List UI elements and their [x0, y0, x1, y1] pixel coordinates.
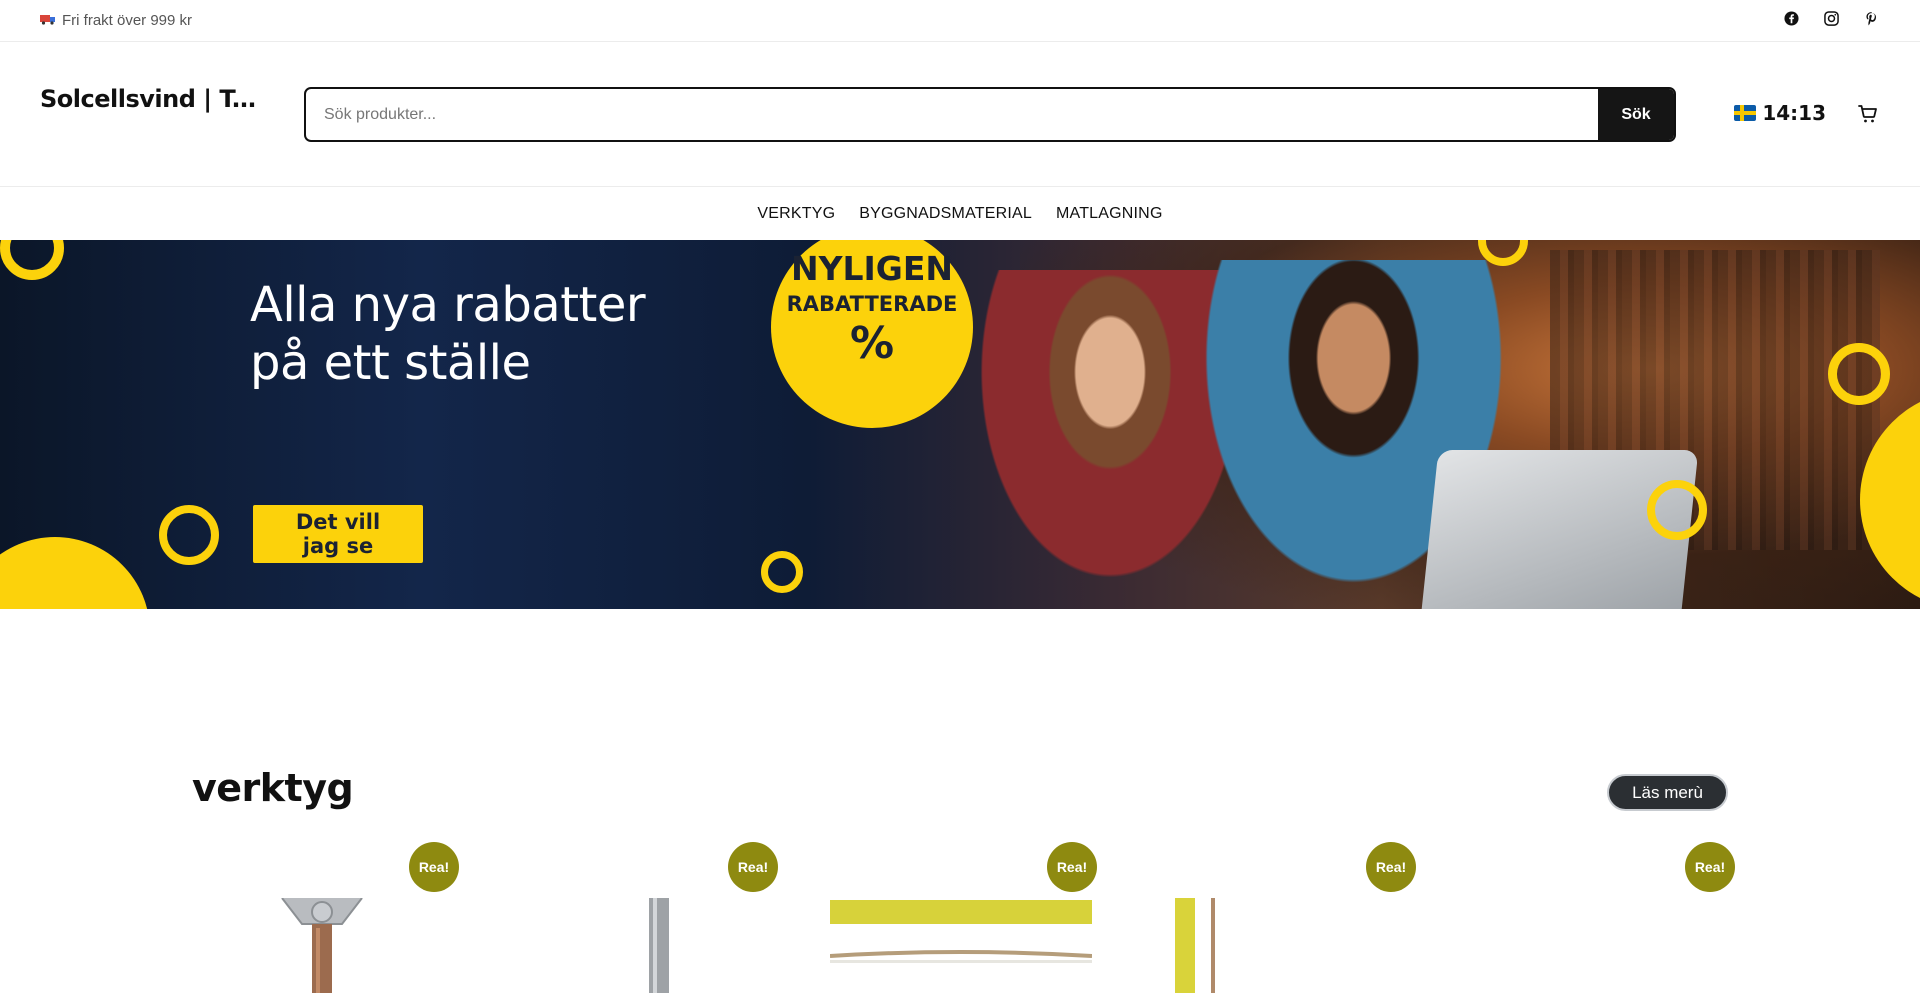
- banner-cta-line1: Det vill: [295, 510, 381, 534]
- search-button[interactable]: Sök: [1598, 89, 1674, 140]
- clock-time: 14:13: [1762, 101, 1826, 125]
- hero-banner[interactable]: Alla nya rabatter på ett ställe NYLIGEN …: [0, 240, 1920, 609]
- free-shipping-text: Fri frakt över 999 kr: [62, 12, 193, 29]
- pinterest-icon[interactable]: [1862, 9, 1880, 27]
- sweden-flag-icon: [1734, 105, 1757, 121]
- search-form: Sök: [304, 87, 1676, 142]
- decor-ring: [1647, 480, 1707, 540]
- decor-circle: [0, 537, 150, 609]
- cart-icon[interactable]: [1856, 102, 1880, 126]
- read-more-button[interactable]: Läs merù: [1607, 774, 1728, 811]
- nav-item-matlagning[interactable]: MATLAGNING: [1056, 205, 1163, 223]
- banner-headline: Alla nya rabatter på ett ställe: [250, 276, 646, 392]
- decor-ring: [761, 551, 803, 593]
- discount-badge: NYLIGEN RABATTERADE %: [771, 240, 973, 428]
- section-title: verktyg: [192, 766, 354, 810]
- main-navigation: VERKTYG BYGGNADSMATERIAL MATLAGNING: [0, 187, 1920, 240]
- decor-ring: [1828, 343, 1890, 405]
- badge-percent: %: [849, 318, 895, 369]
- nav-item-verktyg[interactable]: VERKTYG: [757, 205, 835, 223]
- sale-badge: Rea!: [1366, 842, 1416, 892]
- product-image: [274, 897, 370, 993]
- banner-cta-button[interactable]: Det vill jag se: [253, 505, 423, 563]
- social-links: [1782, 9, 1880, 27]
- banner-headline-line2: på ett ställe: [250, 335, 531, 391]
- product-image: [829, 898, 1093, 993]
- free-shipping-notice: Fri frakt över 999 kr: [40, 12, 192, 29]
- decor-ring: [159, 505, 219, 565]
- announcement-bar: Fri frakt över 999 kr: [0, 0, 1920, 42]
- nav-item-byggnadsmaterial[interactable]: BYGGNADSMATERIAL: [859, 205, 1032, 223]
- product-card[interactable]: Rea!: [1149, 842, 1449, 993]
- truck-icon: [40, 13, 56, 28]
- product-card[interactable]: Rea!: [1468, 842, 1768, 993]
- decor-ring: [0, 240, 64, 280]
- instagram-icon[interactable]: [1822, 9, 1840, 27]
- product-card[interactable]: Rea!: [192, 842, 492, 993]
- sale-badge: Rea!: [409, 842, 459, 892]
- badge-line2: RABATTERADE: [786, 292, 958, 316]
- sale-badge: Rea!: [1685, 842, 1735, 892]
- site-header: Solcellsvind | Top… Sök 14:13: [0, 42, 1920, 187]
- sale-badge: Rea!: [1047, 842, 1097, 892]
- banner-cta-line2: jag se: [302, 534, 374, 558]
- sale-badge: Rea!: [728, 842, 778, 892]
- search-input[interactable]: [306, 89, 1598, 140]
- product-card[interactable]: Rea!: [511, 842, 811, 993]
- locale-time: 14:13: [1734, 101, 1826, 125]
- product-card[interactable]: Rea!: [829, 842, 1130, 993]
- site-logo[interactable]: Solcellsvind | Top…: [40, 85, 272, 113]
- badge-line1: NYLIGEN: [790, 249, 954, 288]
- banner-headline-line1: Alla nya rabatter: [250, 277, 646, 333]
- facebook-icon[interactable]: [1782, 9, 1800, 27]
- product-image: [1175, 898, 1235, 993]
- product-image: [647, 898, 671, 993]
- product-grid: Rea! Rea! Rea! Rea! Rea!: [192, 842, 1735, 993]
